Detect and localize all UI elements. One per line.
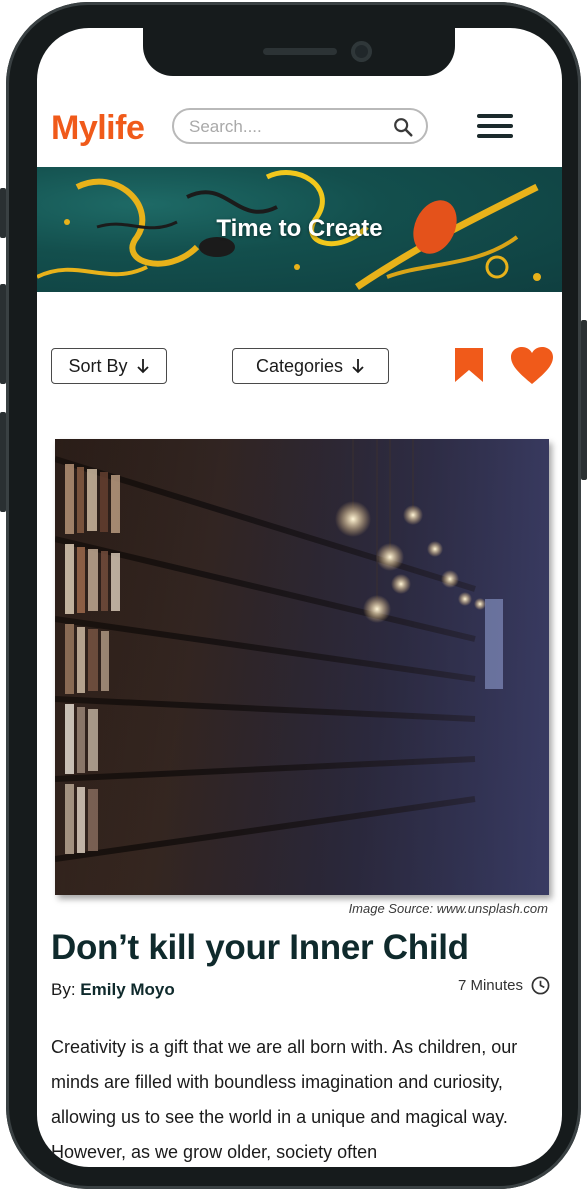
byline: By: Emily Moyo <box>51 980 175 1000</box>
bookshelf-illustration <box>55 439 549 895</box>
mute-switch <box>0 188 6 238</box>
by-label: By: <box>51 980 76 999</box>
volume-up-button <box>0 284 6 384</box>
menu-icon[interactable] <box>477 114 513 140</box>
search-bar[interactable]: Search.... <box>172 108 428 144</box>
clock-icon <box>531 976 550 995</box>
library-photo <box>55 439 549 895</box>
image-source-caption: Image Source: www.unsplash.com <box>348 901 548 916</box>
article-body: Creativity is a gift that we are all bor… <box>51 1037 518 1162</box>
volume-down-button <box>0 412 6 512</box>
read-time: 7 Minutes <box>458 976 550 995</box>
categories-button[interactable]: Categories <box>232 348 389 384</box>
app-logo[interactable]: Mylife <box>51 109 145 148</box>
banner-title: Time to Create <box>216 215 383 242</box>
search-input[interactable]: Search.... <box>189 117 262 137</box>
article-title: Don’t kill your Inner Child <box>51 928 469 967</box>
speaker <box>263 48 337 55</box>
read-time-label: 7 Minutes <box>457 977 523 994</box>
hero-banner: Time to Create <box>37 167 562 292</box>
screen: Mylife Search.... Time to Create Sort By… <box>37 28 562 1167</box>
bookmark-icon[interactable] <box>453 346 485 384</box>
phone-frame: Mylife Search.... Time to Create Sort By… <box>0 2 587 1189</box>
front-camera <box>351 41 372 62</box>
arrow-down-icon <box>352 359 364 374</box>
notch <box>143 22 455 76</box>
sort-by-button[interactable]: Sort By <box>51 348 167 384</box>
power-button <box>581 320 587 480</box>
categories-label: Categories <box>255 355 344 376</box>
author-name[interactable]: Emily Moyo <box>80 980 174 999</box>
arrow-down-icon <box>136 359 149 374</box>
search-icon[interactable] <box>392 116 414 138</box>
heart-icon[interactable] <box>510 346 554 386</box>
sort-by-label: Sort By <box>68 355 128 376</box>
